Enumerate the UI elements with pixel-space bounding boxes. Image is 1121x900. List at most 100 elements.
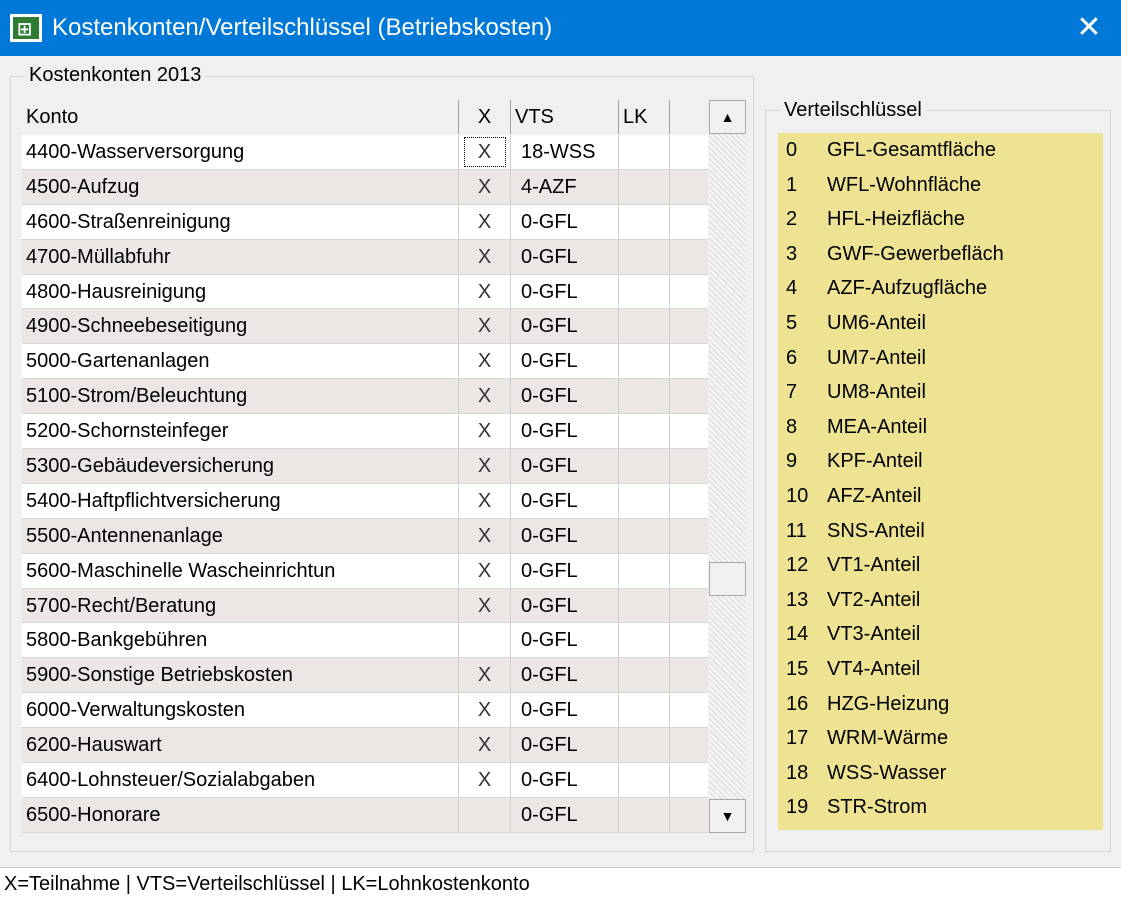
lk-cell[interactable] [618,623,670,658]
participation-cell[interactable]: X [458,135,510,169]
vts-cell[interactable]: 0-GFL [510,658,618,693]
lk-cell[interactable] [618,239,670,274]
konto-cell[interactable]: 5000-Gartenanlagen [22,344,458,378]
lk-cell[interactable] [618,204,670,239]
vts-cell[interactable]: 0-GFL [510,553,618,588]
participation-cell[interactable]: X [458,449,510,483]
lk-cell[interactable] [618,274,670,309]
column-header-lk[interactable]: LK [618,100,670,134]
konto-cell[interactable]: 5700-Recht/Beratung [22,589,458,623]
table-row[interactable]: 5100-Strom/Beleuchtung X 0-GFL [22,379,708,415]
vts-cell[interactable]: 0-GFL [510,309,618,344]
participation-cell[interactable]: X [458,309,510,344]
konto-cell[interactable]: 4400-Wasserversorgung [22,135,458,169]
vts-cell[interactable]: 0-GFL [510,797,618,832]
scroll-up-button[interactable]: ▲ [709,100,746,134]
table-row[interactable]: 6200-Hauswart X 0-GFL [22,728,708,764]
participation-cell[interactable]: X [458,274,510,309]
table-row[interactable]: 5800-Bankgebühren 0-GFL [22,623,708,659]
distribution-key-list[interactable]: 0 GFL-Gesamtfläche 1 WFL-Wohnfläche 2 HFL-Hei… [778,133,1103,830]
table-row[interactable]: 5300-Gebäudeversicherung X 0-GFL [22,449,708,484]
list-item[interactable]: 11 SNS-Anteil [778,514,1103,549]
konto-cell[interactable]: 4700-Müllabfuhr [22,240,458,274]
scroll-thumb[interactable] [709,562,746,596]
table-row[interactable]: 6400-Lohnsteuer/Sozialabgaben X 0-GFL [22,763,708,798]
vts-cell[interactable]: 0-GFL [510,483,618,518]
list-item[interactable]: 6 UM7-Anteil [778,341,1103,376]
lk-cell[interactable] [618,344,670,379]
list-item[interactable]: 13 VT2-Anteil [778,583,1103,618]
vts-cell[interactable]: 0-GFL [510,728,618,763]
table-row[interactable]: 4700-Müllabfuhr X 0-GFL [22,239,708,275]
participation-cell[interactable]: X [458,483,510,518]
participation-cell[interactable] [458,623,510,658]
table-row[interactable]: 6500-Honorare 0-GFL [22,797,708,833]
vts-cell[interactable]: 0-GFL [510,414,618,449]
participation-cell[interactable]: X [458,379,510,414]
lk-cell[interactable] [618,728,670,763]
table-row[interactable]: 6000-Verwaltungskosten X 0-GFL [22,693,708,729]
table-row[interactable]: 5000-Gartenanlagen X 0-GFL [22,344,708,380]
list-item[interactable]: 2 HFL-Heizfläche [778,202,1103,237]
konto-cell[interactable]: 4800-Hausreinigung [22,275,458,309]
konto-cell[interactable]: 4900-Schneebeseitigung [22,309,458,343]
vts-cell[interactable]: 0-GFL [510,693,618,728]
column-header-vts[interactable]: VTS [510,100,618,134]
konto-cell[interactable]: 4500-Aufzug [22,170,458,204]
lk-cell[interactable] [618,135,670,169]
lk-cell[interactable] [618,763,670,797]
list-item[interactable]: 15 VT4-Anteil [778,652,1103,687]
lk-cell[interactable] [618,693,670,728]
list-item[interactable]: 17 WRM-Wärme [778,721,1103,756]
konto-cell[interactable]: 5800-Bankgebühren [22,623,458,657]
table-row[interactable]: 5600-Maschinelle Wascheinrichtun X 0-GFL [22,553,708,589]
konto-cell[interactable]: 5400-Haftpflichtversicherung [22,484,458,518]
participation-cell[interactable]: X [458,204,510,239]
list-item[interactable]: 3 GWF-Gewerbefläch [778,237,1103,272]
lk-cell[interactable] [618,309,670,344]
konto-cell[interactable]: 5300-Gebäudeversicherung [22,449,458,483]
vts-cell[interactable]: 4-AZF [510,169,618,204]
vts-cell[interactable]: 0-GFL [510,239,618,274]
grid-scrollbar[interactable]: ▲ ▼ [709,100,746,833]
participation-cell[interactable]: X [458,693,510,728]
konto-cell[interactable]: 6400-Lohnsteuer/Sozialabgaben [22,763,458,797]
table-row[interactable]: 5500-Antennenanlage X 0-GFL [22,518,708,554]
list-item[interactable]: 0 GFL-Gesamtfläche [778,133,1103,168]
konto-cell[interactable]: 6500-Honorare [22,798,458,832]
konto-cell[interactable]: 5200-Schornsteinfeger [22,414,458,448]
vts-cell[interactable]: 0-GFL [510,588,618,623]
scroll-down-button[interactable]: ▼ [709,799,746,833]
lk-cell[interactable] [618,553,670,588]
table-row[interactable]: 5400-Haftpflichtversicherung X 0-GFL [22,483,708,519]
list-item[interactable]: 9 KPF-Anteil [778,444,1103,479]
table-row[interactable]: 4600-Straßenreinigung X 0-GFL [22,204,708,240]
vts-cell[interactable]: 0-GFL [510,344,618,379]
konto-cell[interactable]: 6200-Hauswart [22,728,458,762]
table-row[interactable]: 5200-Schornsteinfeger X 0-GFL [22,414,708,450]
table-row[interactable]: 4900-Schneebeseitigung X 0-GFL [22,309,708,345]
list-item[interactable]: 18 WSS-Wasser [778,756,1103,791]
table-row[interactable]: 4500-Aufzug X 4-AZF [22,169,708,205]
vts-cell[interactable]: 0-GFL [510,623,618,658]
lk-cell[interactable] [618,449,670,483]
konto-cell[interactable]: 5500-Antennenanlage [22,519,458,553]
participation-cell[interactable]: X [458,553,510,588]
list-item[interactable]: 1 WFL-Wohnfläche [778,168,1103,203]
konto-cell[interactable]: 5100-Strom/Beleuchtung [22,379,458,413]
vts-cell[interactable]: 18-WSS [510,135,618,169]
lk-cell[interactable] [618,658,670,693]
list-item[interactable]: 10 AFZ-Anteil [778,479,1103,514]
participation-cell[interactable]: X [458,658,510,693]
list-item[interactable]: 7 UM8-Anteil [778,375,1103,410]
participation-cell[interactable]: X [458,169,510,204]
participation-cell[interactable]: X [458,344,510,379]
konto-cell[interactable]: 4600-Straßenreinigung [22,205,458,239]
konto-cell[interactable]: 5600-Maschinelle Wascheinrichtun [22,554,458,588]
participation-cell[interactable]: X [458,414,510,449]
vts-cell[interactable]: 0-GFL [510,518,618,553]
list-item[interactable]: 14 VT3-Anteil [778,617,1103,652]
list-item[interactable]: 19 STR-Strom [778,790,1103,825]
close-button[interactable]: ✕ [1057,0,1121,56]
participation-cell[interactable]: X [458,518,510,553]
